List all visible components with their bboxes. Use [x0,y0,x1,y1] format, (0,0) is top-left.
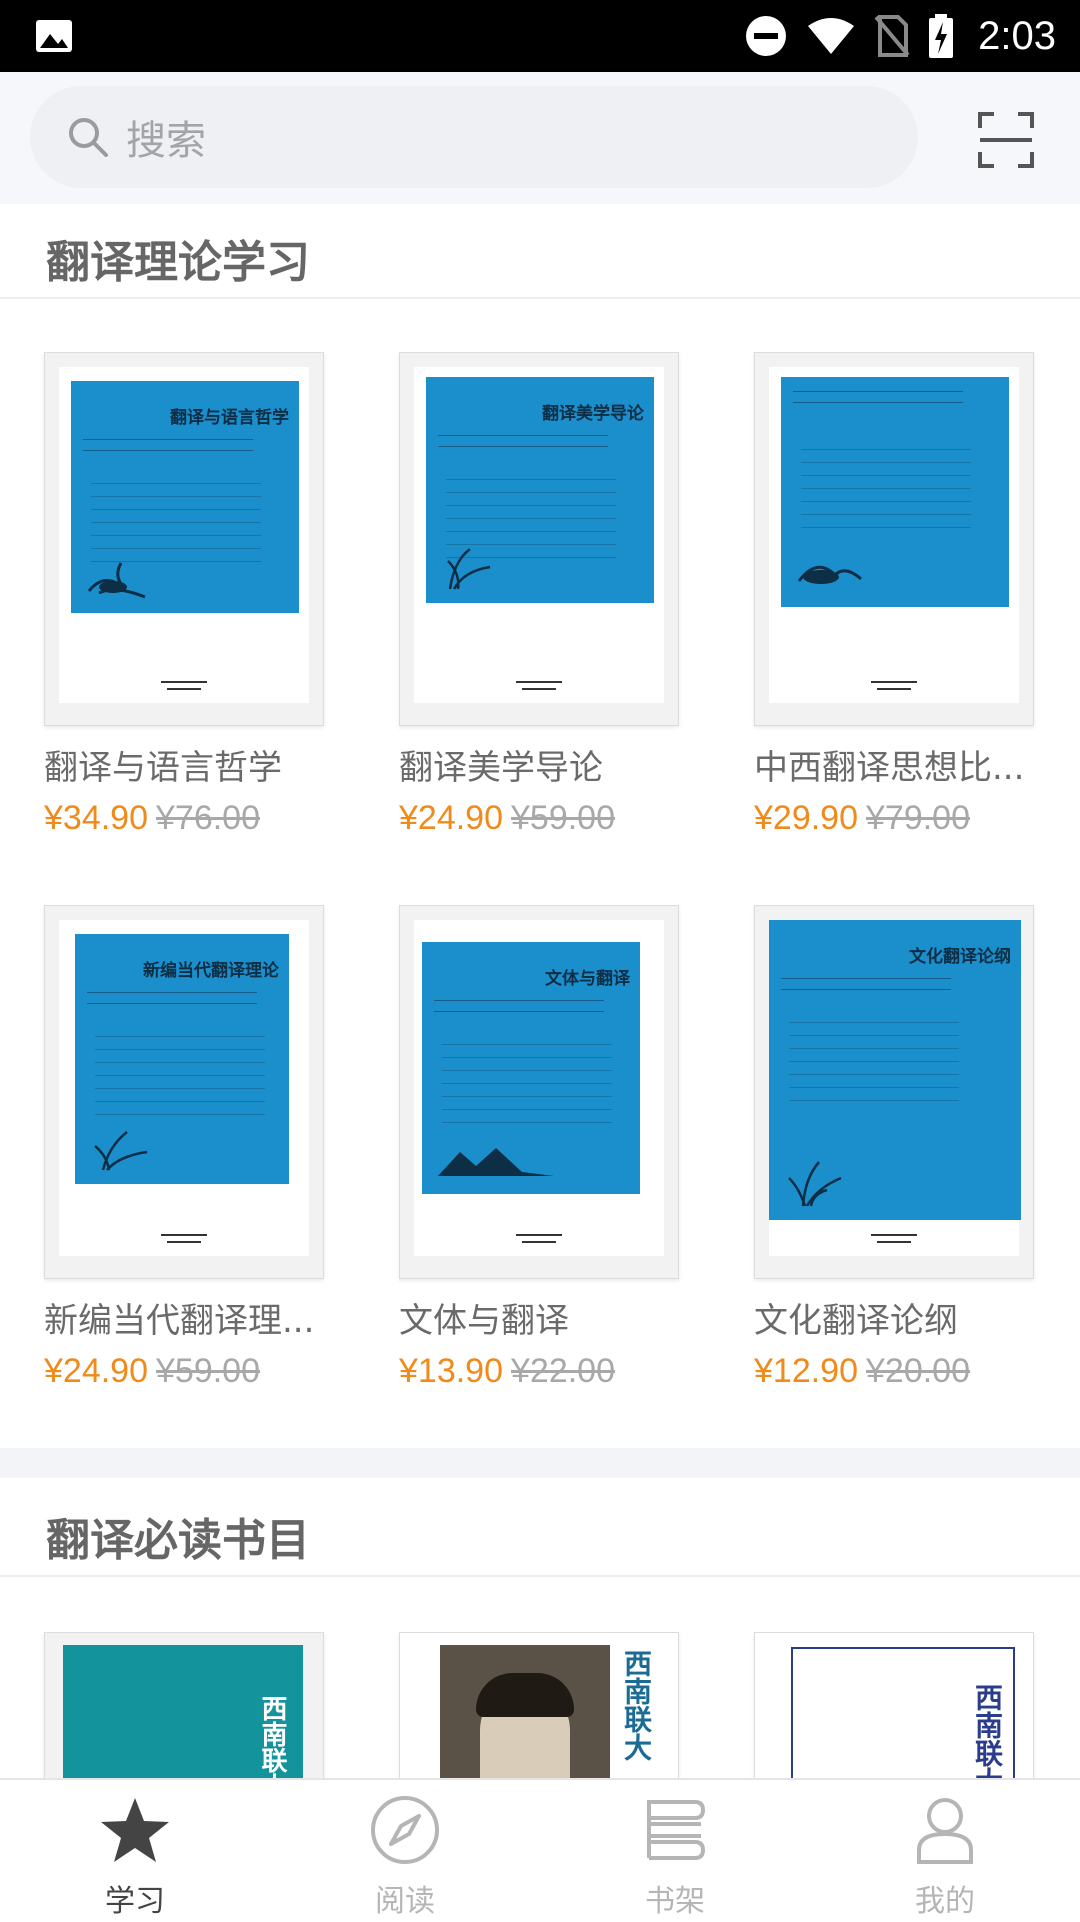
book-title: 文化翻译论纲 [754,1301,958,1341]
book-cover[interactable]: 翻译与语言哲学 [44,352,324,726]
compass-icon [371,1796,439,1864]
book-prices: ¥24.90 ¥59.00 [399,799,681,838]
book-card[interactable]: 翻译美学导论 翻译美学导论 ¥24.90 ¥59.00 [399,352,681,838]
divider [0,1575,1080,1577]
book-card[interactable]: 文化翻译论纲 文化翻译论纲 ¥12.90 ¥20.00 [754,905,1036,1391]
price-original: ¥59.00 [511,799,615,837]
price-original: ¥76.00 [156,799,260,837]
scan-icon[interactable] [978,112,1034,168]
book-card[interactable]: 中西翻译思想比... ¥29.90 ¥79.00 [754,352,1036,838]
status-bar: 2:03 [0,0,1080,72]
book-card[interactable]: 翻译与语言哲学 翻译与语言哲学 ¥34.90 ¥76.00 [44,352,326,838]
book-title: 文体与翻译 [399,1301,569,1341]
book-title: 翻译美学导论 [399,748,603,788]
tab-label: 书架 [645,1884,705,1919]
book-cover[interactable]: 翻译美学导论 [399,352,679,726]
tab-label: 我的 [915,1884,975,1919]
bottom-navigation: 学习 阅读 书架 我的 [0,1778,1080,1922]
plant-illustration [87,562,146,599]
cover-handwriting [801,437,971,537]
book-prices: ¥24.90 ¥59.00 [44,1352,326,1391]
search-input[interactable]: 搜索 [30,86,918,188]
book-title: 翻译与语言哲学 [44,748,282,788]
mountain-illustration [438,1148,554,1176]
section-title: 翻译理论学习 [46,237,310,288]
book-cover[interactable]: 文体与翻译 [399,905,679,1279]
battery-charging-icon [929,14,954,58]
plant-illustration [94,1131,148,1171]
tab-read[interactable]: 阅读 [270,1780,540,1922]
book-cover[interactable]: 新编当代翻译理论 [44,905,324,1279]
section-separator [0,1448,1080,1478]
cover-title: 西南联大 [620,1649,653,1761]
cover-handwriting [442,1032,612,1132]
price-current: ¥12.90 [754,1352,858,1390]
tab-label: 学习 [105,1884,165,1919]
price-current: ¥29.90 [754,799,858,837]
search-icon [69,118,108,157]
cover-title: 文体与翻译 [545,969,630,989]
plant-illustration [788,1161,842,1207]
book-card[interactable]: 新编当代翻译理论 新编当代翻译理... ¥24.90 ¥59.00 [44,905,326,1391]
cover-title: 文化翻译论纲 [909,947,1011,967]
mountain-illustration [797,565,862,584]
wifi-icon [808,18,855,54]
divider [0,297,1080,299]
book-prices: ¥34.90 ¥76.00 [44,799,326,838]
book-prices: ¥13.90 ¥22.00 [399,1352,681,1391]
clock: 2:03 [978,13,1056,58]
plant-illustration [447,548,491,590]
price-original: ¥59.00 [156,1352,260,1390]
cover-handwriting [95,1024,265,1124]
image-icon [36,20,72,52]
cover-handwriting [789,1010,959,1110]
cover-title: 翻译美学导论 [542,404,644,424]
search-placeholder: 搜索 [126,118,206,164]
do-not-disturb-icon [746,16,787,56]
tab-mine[interactable]: 我的 [810,1780,1080,1922]
no-sim-icon [874,15,910,57]
price-original: ¥20.00 [866,1352,970,1390]
book-title: 中西翻译思想比... [754,748,1025,788]
book-title: 新编当代翻译理... [44,1301,315,1341]
tab-study[interactable]: 学习 [0,1780,270,1922]
book-prices: ¥29.90 ¥79.00 [754,799,1036,838]
book-cover[interactable] [754,352,1034,726]
price-current: ¥13.90 [399,1352,503,1390]
book-card[interactable]: 文体与翻译 文体与翻译 ¥13.90 ¥22.00 [399,905,681,1391]
book-prices: ¥12.90 ¥20.00 [754,1352,1036,1391]
price-current: ¥24.90 [399,799,503,837]
search-header: 搜索 [0,72,1080,204]
section-title: 翻译必读书目 [46,1515,310,1566]
book-cover[interactable]: 文化翻译论纲 [754,905,1034,1279]
price-current: ¥34.90 [44,799,148,837]
price-current: ¥24.90 [44,1352,148,1390]
tab-bookshelf[interactable]: 书架 [540,1780,810,1922]
person-icon [917,1798,973,1864]
bookshelf-icon [647,1800,706,1860]
price-original: ¥22.00 [511,1352,615,1390]
cover-title: 新编当代翻译理论 [143,961,279,981]
tab-label: 阅读 [375,1884,435,1919]
price-original: ¥79.00 [866,799,970,837]
star-icon [101,1798,169,1862]
cover-title: 翻译与语言哲学 [170,408,289,428]
